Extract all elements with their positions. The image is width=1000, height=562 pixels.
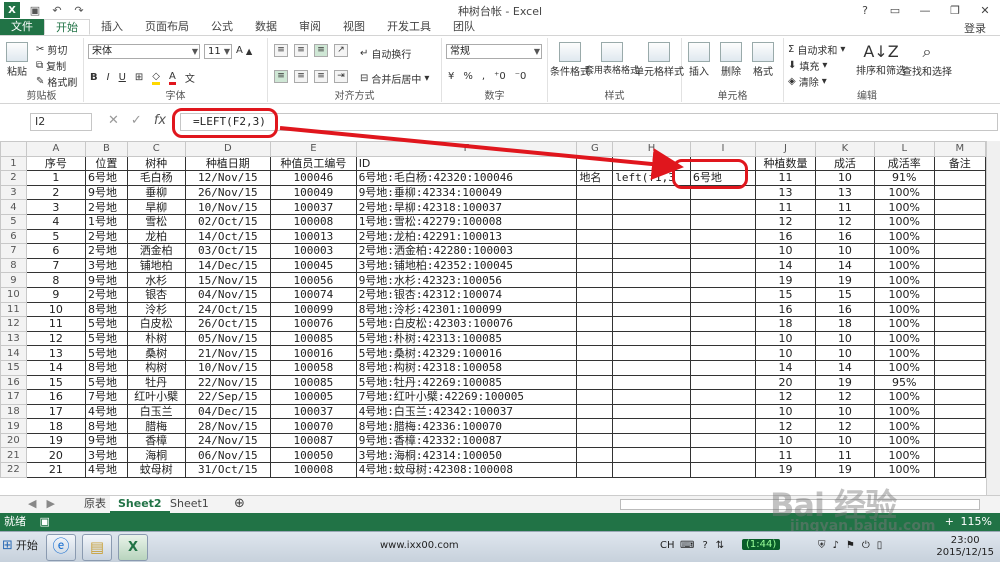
add-sheet-icon[interactable]: ⊕ <box>226 496 253 513</box>
shield-icon[interactable]: ⛨ <box>818 540 826 551</box>
keyboard-icon[interactable]: ⌨ <box>680 540 694 551</box>
clock-time: 23:00 <box>950 535 980 546</box>
volume-icon[interactable]: ♪ <box>833 540 839 551</box>
taskbar: ⊞ 开始 ⓔ ▤ X www.ixx00.com CH ⌨ ? ⇅ (1:44) … <box>0 531 1000 562</box>
explorer-taskbar-icon[interactable]: ▤ <box>82 534 112 561</box>
clock-date: 2015/12/15 <box>936 547 994 558</box>
status-text: 就绪 <box>4 515 26 528</box>
power-icon[interactable]: ⏻ <box>862 540 870 551</box>
sheet-tab-active[interactable]: Sheet2 <box>110 496 170 513</box>
flag-icon[interactable]: ⚑ <box>846 540 855 551</box>
ie-taskbar-icon[interactable]: ⓔ <box>46 534 76 561</box>
sheet-navigation: ◀ ▶ <box>28 497 55 510</box>
device-icon[interactable]: ▯ <box>877 540 883 551</box>
tray-icons: ⌨ ? ⇅ <box>680 540 724 551</box>
zoom-level[interactable]: 115% <box>961 513 992 531</box>
start-button[interactable]: ⊞ 开始 <box>2 537 38 553</box>
sheet-tab[interactable]: 原表 <box>76 496 114 513</box>
next-sheet-icon[interactable]: ▶ <box>46 497 54 510</box>
battery-indicator[interactable]: (1:44) <box>742 539 781 550</box>
input-language[interactable]: CH <box>660 540 675 551</box>
network-icon[interactable]: ⇅ <box>716 540 724 551</box>
zoom-in-icon[interactable]: + <box>945 513 954 531</box>
annotation-arrow <box>279 126 684 180</box>
site-label: www.ixx00.com <box>380 540 459 551</box>
windows-icon: ⊞ <box>2 537 13 553</box>
sheet-tab[interactable]: Sheet1 <box>162 496 217 513</box>
help-circle-icon[interactable]: ? <box>702 540 707 551</box>
system-clock[interactable]: 23:00 2015/12/15 <box>936 535 994 559</box>
prev-sheet-icon[interactable]: ◀ <box>28 497 36 510</box>
tray-icons-right: ⛨ ♪ ⚑ ⏻ ▯ <box>818 540 882 551</box>
macro-record-icon[interactable]: ▣ <box>40 515 50 528</box>
excel-taskbar-icon[interactable]: X <box>118 534 148 561</box>
